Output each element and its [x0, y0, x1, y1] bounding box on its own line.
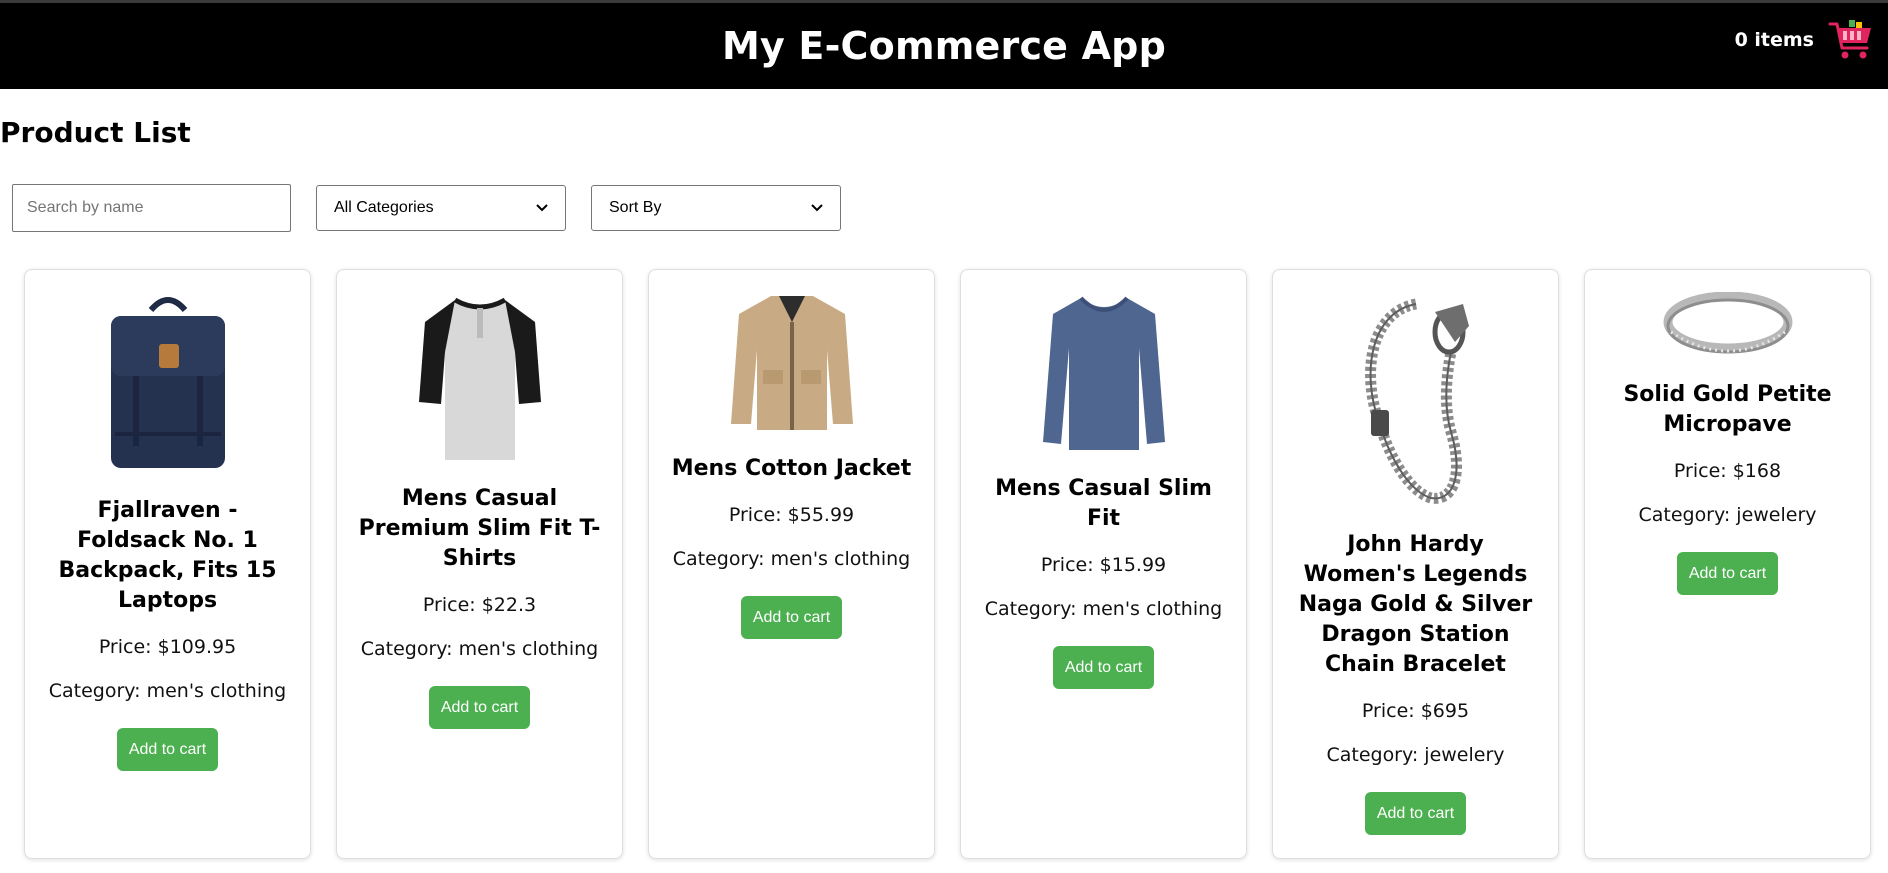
- product-price: Price: $695: [1361, 700, 1470, 722]
- product-card: Mens Casual Slim Fit Price: $15.99 Categ…: [960, 269, 1247, 859]
- sort-select-value: Sort By: [609, 199, 662, 216]
- product-price: Price: $15.99: [1040, 554, 1167, 576]
- product-card: Solid Gold Petite Micropave Price: $168 …: [1584, 269, 1871, 859]
- product-title: Mens Casual Premium Slim Fit T-Shirts: [358, 486, 601, 571]
- product-price: Price: $168: [1673, 460, 1782, 482]
- search-input[interactable]: [12, 184, 291, 232]
- add-to-cart-button[interactable]: Add to cart: [740, 596, 843, 639]
- app-header: My E-Commerce App 0 items: [0, 0, 1888, 89]
- product-title: Solid Gold Petite Micropave: [1623, 382, 1832, 437]
- product-price: Price: $55.99: [728, 504, 855, 526]
- product-title: Mens Casual Slim Fit: [995, 476, 1212, 531]
- add-to-cart-button[interactable]: Add to cart: [428, 686, 531, 729]
- sort-select[interactable]: Sort By: [591, 185, 841, 231]
- product-title: John Hardy Women's Legends Naga Gold & S…: [1298, 532, 1533, 677]
- product-category: Category: men's clothing: [48, 680, 287, 702]
- jacket-image: [730, 296, 853, 430]
- shopping-cart-icon[interactable]: [1828, 19, 1874, 61]
- cart-count: 0 items: [1734, 29, 1814, 51]
- app-title: My E-Commerce App: [722, 24, 1166, 68]
- bracelet-image: [1364, 298, 1469, 504]
- product-title: Fjallraven - Foldsack No. 1 Backpack, Fi…: [58, 498, 277, 613]
- chevron-down-icon: [536, 204, 548, 212]
- cart-area[interactable]: 0 items: [1735, 19, 1874, 61]
- page-title: Product List: [0, 116, 191, 149]
- add-to-cart-button[interactable]: Add to cart: [1676, 552, 1779, 595]
- ring-image: [1663, 292, 1792, 354]
- category-select-value: All Categories: [334, 199, 434, 216]
- product-price: Price: $22.3: [422, 594, 537, 616]
- category-select[interactable]: All Categories: [316, 185, 566, 231]
- long-sleeve-shirt-image: [1042, 296, 1165, 450]
- product-card: Mens Cotton Jacket Price: $55.99 Categor…: [648, 269, 935, 859]
- add-to-cart-button[interactable]: Add to cart: [1052, 646, 1155, 689]
- product-category: Category: men's clothing: [360, 638, 599, 660]
- add-to-cart-button[interactable]: Add to cart: [1364, 792, 1467, 835]
- product-title: Mens Cotton Jacket: [671, 456, 912, 481]
- backpack-image: [110, 297, 225, 468]
- product-card: Fjallraven - Foldsack No. 1 Backpack, Fi…: [24, 269, 311, 859]
- product-category: Category: men's clothing: [672, 548, 911, 570]
- add-to-cart-button[interactable]: Add to cart: [116, 728, 219, 771]
- product-category: Category: jewelery: [1638, 504, 1817, 526]
- chevron-down-icon: [811, 204, 823, 212]
- product-category: Category: men's clothing: [984, 598, 1223, 620]
- t-shirt-image: [418, 297, 541, 460]
- product-category: Category: jewelery: [1326, 744, 1505, 766]
- product-card: John Hardy Women's Legends Naga Gold & S…: [1272, 269, 1559, 859]
- product-card: Mens Casual Premium Slim Fit T-Shirts Pr…: [336, 269, 623, 859]
- product-price: Price: $109.95: [98, 636, 237, 658]
